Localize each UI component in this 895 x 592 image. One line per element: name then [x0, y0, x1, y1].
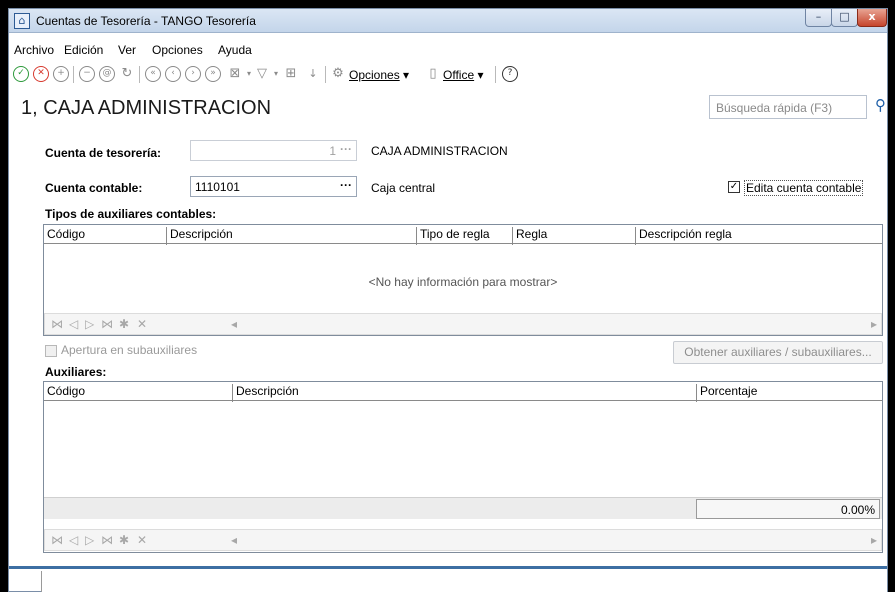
nav-last-icon[interactable]: ⋈ — [101, 533, 113, 547]
column-header[interactable]: Descripción — [232, 384, 696, 402]
menu-archivo[interactable]: Archivo — [14, 43, 54, 57]
nav-first-icon[interactable]: ⋈ — [51, 317, 63, 331]
first-record-icon[interactable]: « — [145, 66, 161, 82]
tipos-auxiliares-grid[interactable]: Código Descripción Tipo de regla Regla D… — [43, 224, 883, 336]
gear-icon[interactable]: ⚙ — [330, 66, 346, 82]
cuenta-tesoreria-label: Cuenta de tesorería: — [45, 146, 162, 160]
search-icon[interactable]: ⚲ — [875, 96, 891, 114]
remove-icon[interactable]: − — [79, 66, 95, 82]
column-header[interactable]: Porcentaje — [696, 384, 883, 402]
tipos-grid-header: Código Descripción Tipo de regla Regla D… — [44, 225, 883, 245]
column-header[interactable]: Código — [44, 384, 232, 402]
close-window-button[interactable]: x — [857, 9, 887, 27]
scroll-right-icon[interactable]: ▸ — [871, 533, 877, 547]
nav-prev-icon[interactable]: ◁ — [69, 533, 78, 547]
save-check-icon[interactable]: ✓ — [13, 66, 29, 82]
menu-opciones[interactable]: Opciones — [152, 43, 203, 57]
opciones-button[interactable]: Opciones ▾ — [349, 68, 409, 82]
tipos-navigator: ⋈ ◁ ▷ ⋈ ✱ ✕ ◂ ▸ — [44, 313, 882, 335]
next-record-icon[interactable]: › — [185, 66, 201, 82]
toolbar: ✓ ✕ + − @ ↻ « ‹ › » ⊠ ▾ ▽ ▾ ⊞ ↓ ⚙ Opcion… — [9, 64, 887, 86]
edita-cuenta-checkbox[interactable]: ✓ — [728, 181, 740, 193]
bottom-panel — [41, 571, 887, 592]
column-header[interactable]: Regla — [512, 227, 635, 245]
column-header[interactable]: Descripción — [166, 227, 416, 245]
nav-prev-icon[interactable]: ◁ — [69, 317, 78, 331]
apertura-checkbox[interactable] — [45, 345, 57, 357]
nav-first-icon[interactable]: ⋈ — [51, 533, 63, 547]
minimize-button[interactable]: – — [805, 9, 832, 27]
nav-last-icon[interactable]: ⋈ — [101, 317, 113, 331]
title-bar: ⌂ Cuentas de Tesorería - TANGO Tesorería… — [9, 9, 887, 33]
menu-bar: Archivo Edición Ver Opciones Ayuda — [9, 43, 887, 61]
tipos-auxiliares-title: Tipos de auxiliares contables: — [45, 207, 217, 221]
auxiliares-navigator: ⋈ ◁ ▷ ⋈ ✱ ✕ ◂ ▸ — [44, 529, 882, 551]
filter-dropdown-icon[interactable]: ▾ — [268, 66, 284, 82]
total-percentage: 0.00% — [696, 499, 880, 519]
totals-row: 0.00% — [44, 497, 882, 519]
main-window: ⌂ Cuentas de Tesorería - TANGO Tesorería… — [8, 8, 888, 592]
menu-ayuda[interactable]: Ayuda — [218, 43, 252, 57]
cuenta-contable-field[interactable]: 1110101 ··· — [190, 176, 357, 197]
separator — [9, 566, 887, 569]
copy-icon[interactable]: @ — [99, 66, 115, 82]
edita-cuenta-label[interactable]: Edita cuenta contable — [744, 180, 864, 196]
column-header[interactable]: Código — [44, 227, 166, 245]
scroll-left-icon[interactable]: ◂ — [231, 317, 237, 331]
refresh-icon[interactable]: ↻ — [119, 66, 135, 82]
column-header[interactable]: Tipo de regla — [416, 227, 512, 245]
help-icon[interactable]: ? — [502, 66, 518, 82]
sort-icon[interactable]: ↓ — [305, 66, 321, 82]
auxiliares-grid[interactable]: Código Descripción Porcentaje 0.00% ⋈ ◁ … — [43, 381, 883, 553]
search-input[interactable]: Búsqueda rápida (F3) — [709, 95, 867, 119]
cancel-icon[interactable]: ✕ — [33, 66, 49, 82]
cuenta-tesoreria-field: 1 ··· — [190, 140, 357, 161]
auxiliares-title: Auxiliares: — [45, 365, 107, 379]
nav-delete-icon[interactable]: ✕ — [137, 317, 147, 331]
nav-delete-icon[interactable]: ✕ — [137, 533, 147, 547]
window-title: Cuentas de Tesorería - TANGO Tesorería — [36, 14, 256, 28]
cuenta-tesoreria-desc: CAJA ADMINISTRACION — [371, 144, 508, 158]
lookup-button[interactable]: ··· — [340, 178, 352, 192]
column-header[interactable]: Descripción regla — [635, 227, 883, 245]
last-record-icon[interactable]: » — [205, 66, 221, 82]
nav-new-icon[interactable]: ✱ — [119, 317, 129, 331]
office-icon[interactable]: ▯ — [425, 66, 441, 82]
previous-record-icon[interactable]: ‹ — [165, 66, 181, 82]
cuenta-contable-desc: Caja central — [371, 181, 436, 195]
nav-new-icon[interactable]: ✱ — [119, 533, 129, 547]
grid-icon[interactable]: ⊞ — [283, 66, 299, 82]
bank-icon: ⌂ — [14, 13, 30, 29]
obtener-auxiliares-button[interactable]: Obtener auxiliares / subauxiliares... — [673, 341, 883, 364]
cuenta-contable-label: Cuenta contable: — [45, 181, 143, 195]
scroll-right-icon[interactable]: ▸ — [871, 317, 877, 331]
office-button[interactable]: Office ▾ — [443, 68, 483, 82]
menu-edicion[interactable]: Edición — [64, 43, 103, 57]
scroll-left-icon[interactable]: ◂ — [231, 533, 237, 547]
menu-ver[interactable]: Ver — [118, 43, 136, 57]
auxiliares-grid-header: Código Descripción Porcentaje — [44, 382, 883, 402]
nav-next-icon[interactable]: ▷ — [85, 317, 94, 331]
empty-message: <No hay información para mostrar> — [368, 275, 558, 289]
page-title: 1, CAJA ADMINISTRACION — [21, 97, 272, 119]
maximize-button[interactable]: □ — [831, 9, 858, 27]
nav-next-icon[interactable]: ▷ — [85, 533, 94, 547]
add-icon[interactable]: + — [53, 66, 69, 82]
apertura-label: Apertura en subauxiliares — [61, 343, 198, 357]
